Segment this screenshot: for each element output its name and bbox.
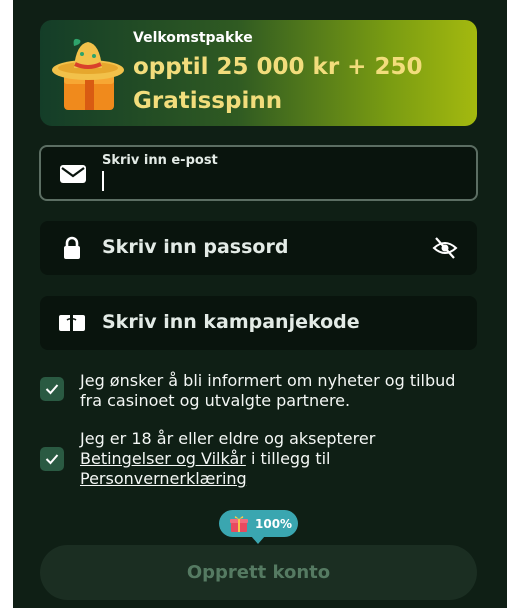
banner-kicker: Velkomstpakke [133, 30, 253, 46]
sombrero-gift-icon [52, 38, 124, 110]
envelope-icon [60, 165, 86, 183]
banner-title: opptil 25 000 kr + 250 Gratisspinn [133, 54, 423, 114]
promo-code-field[interactable]: Skriv inn kampanjekode [40, 296, 477, 350]
newsletter-checkbox[interactable] [40, 377, 64, 401]
terms-checkbox[interactable] [40, 447, 64, 471]
text-caret [102, 171, 104, 191]
terms-link[interactable]: Betingelser og Vilkår [80, 449, 246, 468]
voucher-icon [59, 315, 85, 331]
eye-hidden-icon[interactable] [431, 234, 459, 262]
terms-middle: i tillegg til [245, 449, 331, 468]
privacy-link[interactable]: Personvernerklæring [80, 469, 247, 488]
terms-consent-text: Jeg er 18 år eller eldre og aksepterer B… [80, 429, 470, 489]
gift-icon [230, 515, 248, 532]
password-field[interactable]: Skriv inn passord [40, 221, 477, 275]
lock-icon [64, 236, 80, 259]
progress-percent: 100% [255, 516, 293, 531]
welcome-bonus-banner: Velkomstpakke opptil 25 000 kr + 250 Gra… [40, 20, 477, 126]
progress-badge: 100% [219, 510, 298, 544]
email-field[interactable]: Skriv inn e-post [39, 145, 478, 201]
create-account-button[interactable]: Opprett konto [40, 545, 477, 600]
promo-code-placeholder: Skriv inn kampanjekode [102, 311, 360, 333]
email-label: Skriv inn e-post [102, 153, 218, 168]
checkmark-icon [45, 384, 59, 395]
checkmark-icon [45, 454, 59, 465]
newsletter-consent-text: Jeg ønsker å bli informert om nyheter og… [80, 371, 456, 410]
terms-prefix: Jeg er 18 år eller eldre og aksepterer [80, 429, 376, 448]
password-placeholder: Skriv inn passord [102, 236, 289, 258]
